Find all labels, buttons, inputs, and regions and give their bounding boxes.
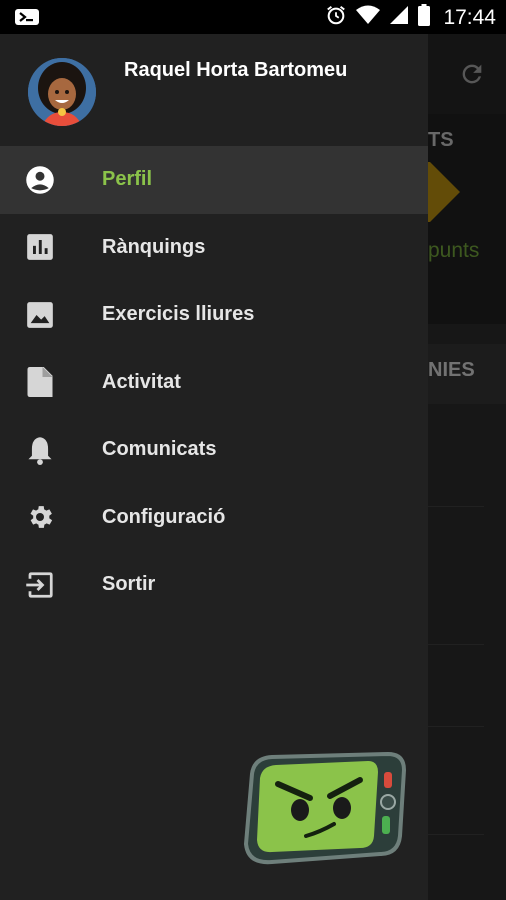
signal-icon	[389, 5, 409, 30]
menu-item-label: Rànquings	[102, 235, 206, 258]
menu-item-label: Perfil	[102, 168, 153, 191]
app-notification-icon	[14, 8, 40, 31]
menu-item-perfil[interactable]: Perfil	[0, 146, 428, 214]
menu-item-label: Configuració	[102, 505, 226, 528]
navigation-drawer: Raquel Horta Bartomeu Perfil Rànquings E…	[0, 34, 428, 900]
user-name: Raquel Horta Bartomeu	[124, 59, 348, 81]
menu-item-activitat[interactable]: Activitat	[0, 349, 428, 417]
avatar[interactable]	[28, 58, 96, 126]
menu-item-label: Comunicats	[102, 438, 217, 461]
gear-icon	[25, 502, 55, 532]
drawer-menu: Perfil Rànquings Exercicis lliures Activ…	[0, 146, 428, 619]
chart-icon	[25, 232, 55, 262]
battery-icon	[418, 4, 431, 31]
status-time: 17:44	[443, 5, 496, 29]
menu-item-label: Activitat	[102, 370, 181, 393]
drawer-header: Raquel Horta Bartomeu	[0, 34, 428, 146]
alarm-icon	[325, 4, 347, 31]
menu-item-label: Exercicis lliures	[102, 303, 255, 326]
bell-icon	[25, 435, 55, 465]
document-icon	[25, 367, 55, 398]
image-icon	[25, 300, 55, 330]
menu-item-ranquings[interactable]: Rànquings	[0, 214, 428, 282]
account-circle-icon	[25, 165, 55, 195]
wifi-icon	[356, 5, 381, 30]
menu-item-comunicats[interactable]: Comunicats	[0, 416, 428, 484]
menu-item-configuracio[interactable]: Configuració	[0, 484, 428, 552]
exit-icon	[25, 570, 55, 600]
menu-item-sortir[interactable]: Sortir	[0, 551, 428, 619]
mascot-phone-icon	[238, 751, 407, 866]
menu-item-label: Sortir	[102, 573, 156, 596]
menu-item-exercicis-lliures[interactable]: Exercicis lliures	[0, 281, 428, 349]
status-bar: 17:44	[0, 0, 506, 34]
